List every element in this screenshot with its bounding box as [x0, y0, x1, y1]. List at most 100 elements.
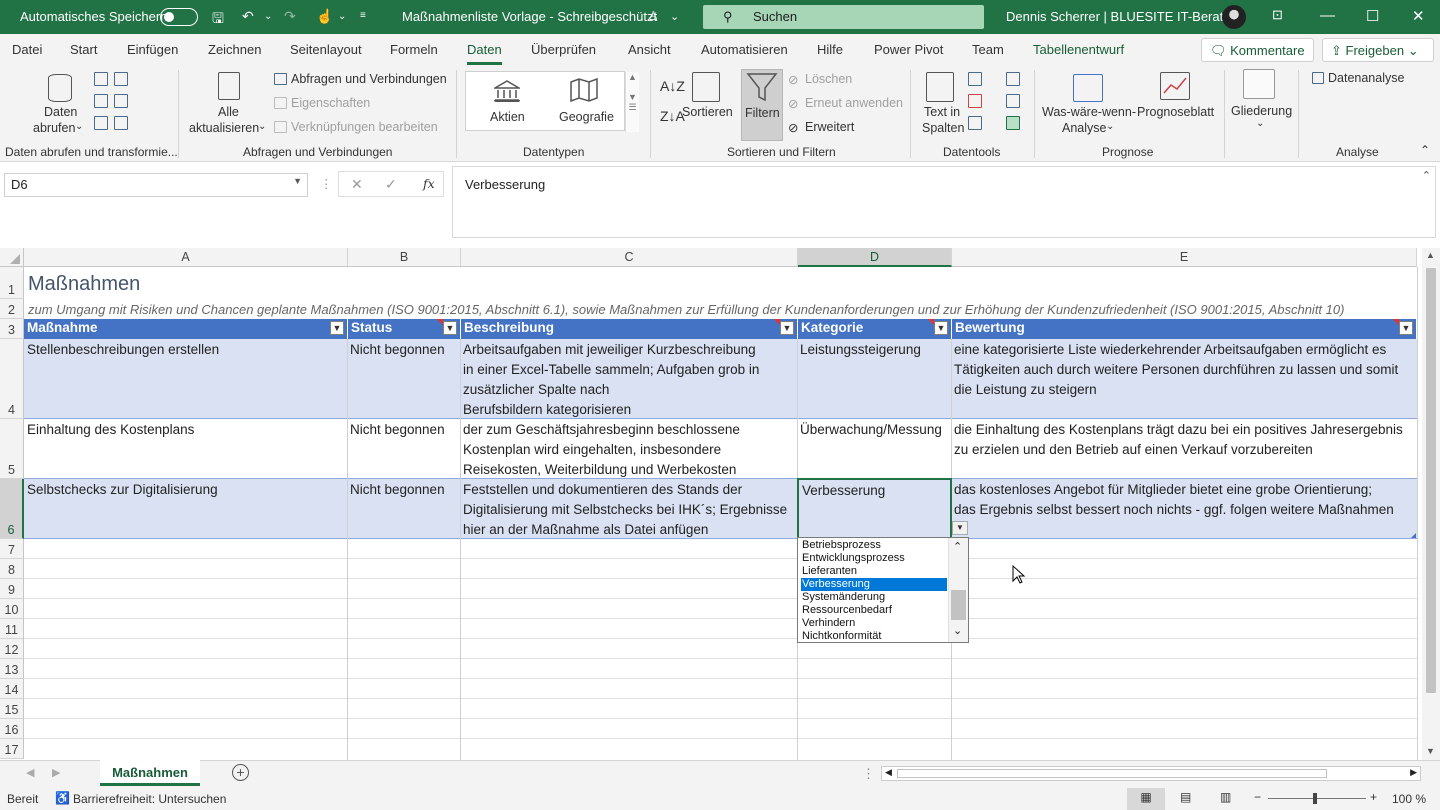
page-layout-icon[interactable]: ▤ — [1180, 790, 1191, 804]
properties-button[interactable]: Eigenschaften — [291, 96, 370, 110]
table-header-bewertung[interactable]: Bewertung ▼ — [952, 319, 1417, 339]
close-icon[interactable]: ✕ — [1412, 7, 1425, 25]
cell-c5[interactable]: der zum Geschäftsjahresbeginn beschlosse… — [460, 419, 797, 479]
row-header-16[interactable]: 16 — [0, 719, 24, 739]
cell-d5[interactable]: Überwachung/Messung — [797, 419, 951, 479]
zoom-slider[interactable] — [1268, 798, 1366, 799]
cell-a6[interactable]: Selbstchecks zur Digitalisierung — [24, 479, 347, 539]
filter-dropdown-icon[interactable]: ▼ — [1399, 321, 1413, 335]
reapply-button[interactable]: Erneut anwenden — [805, 96, 903, 110]
row-header-11[interactable]: 11 — [0, 619, 24, 639]
row-header-5[interactable]: 5 — [0, 419, 24, 479]
worksheet-grid[interactable]: A B C D E 1 2 3 4 5 6 7 8 9 10 11 12 13 … — [0, 248, 1440, 760]
menu-power-pivot[interactable]: Power Pivot — [874, 42, 943, 57]
advanced-filter-button[interactable]: Erweitert — [805, 120, 854, 134]
accessibility-status[interactable]: Barrierefreiheit: Untersuchen — [73, 792, 226, 806]
zoom-level[interactable]: 100 % — [1392, 792, 1426, 806]
collapse-ribbon-icon[interactable]: ⌃ — [1420, 143, 1430, 157]
menu-einfuegen[interactable]: Einfügen — [127, 42, 178, 57]
row-header-3[interactable]: 3 — [0, 319, 24, 339]
cell-e4[interactable]: eine kategorisierte Liste wiederkehrende… — [951, 339, 1417, 419]
scroll-left-icon[interactable]: ◀ — [885, 767, 892, 778]
menu-ueberpruefen[interactable]: Überprüfen — [531, 42, 596, 57]
dropdown-option[interactable]: Systemänderung — [801, 591, 947, 604]
comments-button[interactable]: 🗨 Kommentare — [1201, 38, 1314, 62]
refresh-dropdown-icon[interactable]: ⌄ — [258, 121, 266, 132]
scroll-thumb[interactable] — [951, 590, 966, 620]
cell-e5[interactable]: die Einhaltung des Kostenplans trägt daz… — [951, 419, 1417, 479]
row-header-7[interactable]: 7 — [0, 539, 24, 559]
dropdown-option[interactable]: Verhindern — [801, 617, 947, 630]
filter-dropdown-icon[interactable]: ▼ — [780, 321, 794, 335]
data-analysis-button[interactable]: Datenanalyse — [1328, 71, 1404, 85]
validation-dropdown-list[interactable]: Betriebsprozess Entwicklungsprozess Lief… — [797, 537, 969, 643]
scroll-up-icon[interactable]: ⌃ — [953, 540, 962, 553]
dropdown-option[interactable]: Entwicklungsprozess — [801, 552, 947, 565]
data-model-icon[interactable] — [1006, 116, 1020, 130]
filter-dropdown-icon[interactable]: ▼ — [934, 321, 948, 335]
sheet-title[interactable]: Maßnahmen — [25, 270, 425, 298]
existing-connections-icon[interactable] — [94, 116, 108, 130]
insert-function-icon[interactable]: fx — [423, 176, 435, 191]
redo-icon[interactable]: ↷ — [284, 8, 296, 25]
dropdown-scrollbar[interactable]: ⌃ ⌄ — [948, 538, 968, 642]
menu-tabellenentwurf[interactable]: Tabellenentwurf — [1033, 42, 1124, 57]
row-header-6[interactable]: 6 — [0, 479, 24, 539]
menu-ansicht[interactable]: Ansicht — [628, 42, 671, 57]
search-box[interactable]: ⚲ Suchen — [703, 5, 984, 29]
zoom-in-icon[interactable]: + — [1370, 790, 1377, 804]
queries-connections-button[interactable]: Abfragen und Verbindungen — [291, 72, 447, 86]
table-header-beschreibung[interactable]: Beschreibung ▼ — [461, 319, 798, 339]
outline-dropdown-icon[interactable]: ⌄ — [1256, 118, 1264, 129]
save-icon[interactable]: 🖫 — [212, 8, 224, 32]
dropdown-option[interactable]: Ressourcenbedarf — [801, 604, 947, 617]
sort-button[interactable]: Sortieren — [682, 105, 733, 119]
customize-qat-icon[interactable]: ≡ — [360, 10, 366, 21]
touch-dropdown-icon[interactable]: ⌄ — [338, 11, 346, 22]
dropdown-option[interactable]: Lieferanten — [801, 565, 947, 578]
column-header-e[interactable]: E — [952, 248, 1417, 267]
menu-formeln[interactable]: Formeln — [390, 42, 438, 57]
avatar[interactable] — [1222, 5, 1246, 29]
row-header-1[interactable]: 1 — [0, 267, 24, 299]
what-if-label-1[interactable]: Was-wäre-wenn- — [1042, 105, 1136, 119]
get-data-label-1[interactable]: Daten — [44, 105, 77, 119]
refresh-label-2[interactable]: aktualisieren — [189, 121, 259, 135]
filter-dropdown-icon[interactable]: ▼ — [330, 321, 344, 335]
table-resize-handle[interactable] — [1411, 533, 1416, 538]
from-table-icon[interactable] — [94, 94, 108, 108]
menu-team[interactable]: Team — [972, 42, 1004, 57]
column-header-c[interactable]: C — [461, 248, 798, 267]
get-data-label-2[interactable]: abrufen — [33, 121, 75, 135]
remove-duplicates-icon[interactable] — [968, 94, 982, 108]
refresh-label-1[interactable]: Alle — [218, 105, 239, 119]
stocks-button[interactable]: Aktien — [490, 110, 525, 124]
cell-d4[interactable]: Leistungssteigerung — [797, 339, 951, 419]
page-break-icon[interactable]: ▥ — [1220, 790, 1231, 804]
gallery-scroll[interactable]: ▲ ▼ ☰ — [625, 72, 639, 132]
text-to-columns-label-1[interactable]: Text in — [924, 105, 960, 119]
cell-dropdown-button[interactable]: ▼ — [952, 521, 968, 535]
row-header-14[interactable]: 14 — [0, 679, 24, 699]
name-box-dropdown-icon[interactable]: ▼ — [293, 176, 302, 186]
filter-button[interactable]: Filtern — [741, 69, 783, 141]
touch-mode-icon[interactable]: ☝ — [316, 8, 333, 25]
document-title[interactable]: Maßnahmenliste Vorlage - Schreibgeschütz… — [402, 9, 657, 24]
data-validation-icon[interactable] — [968, 116, 982, 130]
forecast-sheet-button[interactable]: Prognoseblatt — [1137, 105, 1214, 119]
horizontal-scrollbar[interactable]: ◀ ▶ — [881, 766, 1421, 781]
cell-c6[interactable]: Feststellen und dokumentieren des Stands… — [460, 479, 797, 539]
cell-b5[interactable]: Nicht begonnen — [347, 419, 460, 479]
dropdown-option[interactable]: Betriebsprozess — [801, 539, 947, 552]
row-header-13[interactable]: 13 — [0, 659, 24, 679]
scroll-down-icon[interactable]: ▼ — [1426, 746, 1435, 756]
menu-seitenlayout[interactable]: Seitenlayout — [290, 42, 362, 57]
name-box[interactable]: D6 ▼ — [4, 173, 308, 197]
row-header-4[interactable]: 4 — [0, 339, 24, 419]
zoom-slider-thumb[interactable] — [1313, 793, 1317, 804]
ribbon-display-icon[interactable]: ⊡ — [1272, 7, 1283, 23]
row-header-17[interactable]: 17 — [0, 739, 24, 759]
geography-button[interactable]: Geografie — [559, 110, 614, 124]
next-sheet-icon[interactable]: ▶ — [52, 766, 60, 779]
row-header-8[interactable]: 8 — [0, 559, 24, 579]
